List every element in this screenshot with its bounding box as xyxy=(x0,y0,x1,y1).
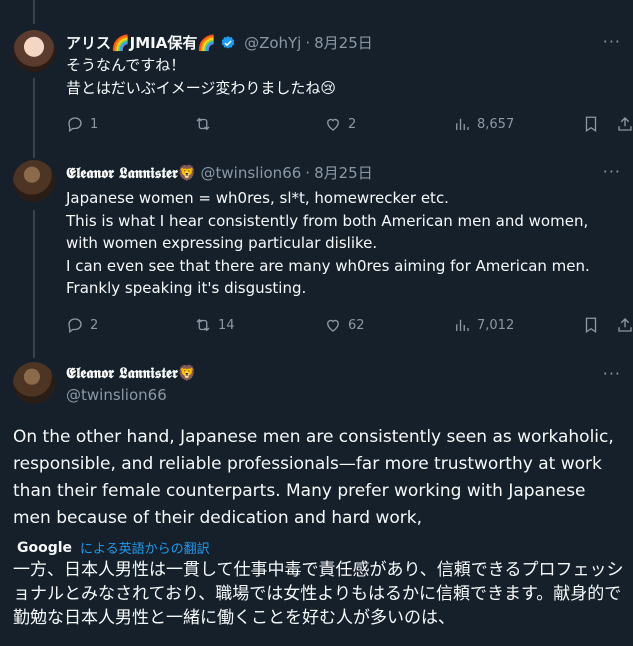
tweet-text: Japanese women = wh0res, sl*t, homewreck… xyxy=(66,189,590,297)
translation-attribution: Google による英語からの翻訳 xyxy=(17,538,210,558)
views-count: 8,657 xyxy=(477,116,515,132)
separator: · xyxy=(305,33,311,52)
action-bar: 2 14 62 7,012 xyxy=(60,316,633,336)
share-icon xyxy=(618,318,632,332)
tweet-header: 𝕰𝖑𝖊𝖆𝖓𝖔𝖗 𝕷𝖆𝖓𝖓𝖎𝖘𝖙𝖊𝖗🦁 @twinslion66 · 8月25日 xyxy=(66,162,373,183)
like-button[interactable]: 2 xyxy=(324,115,356,133)
timestamp[interactable]: 8月25日 xyxy=(314,162,373,183)
bookmark-icon xyxy=(585,116,597,133)
tweet-header: アリス🌈JMIA保有🌈 @ZohYj · 8月25日 xyxy=(66,32,373,53)
verified-badge-icon xyxy=(221,35,235,49)
share-button[interactable] xyxy=(616,115,633,133)
like-icon xyxy=(327,319,339,332)
like-count: 62 xyxy=(348,317,365,333)
tweet-text: そうなんですね！ 昔とはだいぶイメージ変わりましたね😢 xyxy=(66,56,337,97)
action-bar: 1 2 8,657 xyxy=(60,115,633,135)
avatar[interactable] xyxy=(13,30,55,72)
retweet-button[interactable]: 14 xyxy=(194,316,235,334)
thread-line xyxy=(33,0,35,24)
separator: · xyxy=(305,163,311,182)
share-button[interactable] xyxy=(616,316,633,334)
display-name[interactable]: アリス🌈JMIA保有🌈 xyxy=(66,32,216,53)
views-button[interactable]: 7,012 xyxy=(453,316,514,334)
more-icon[interactable]: ··· xyxy=(603,364,621,383)
reply-icon xyxy=(68,318,82,334)
like-icon xyxy=(327,118,339,131)
reply-count: 2 xyxy=(90,317,99,333)
avatar[interactable] xyxy=(13,160,55,202)
bookmark-button[interactable] xyxy=(582,115,600,133)
retweet-button[interactable] xyxy=(194,115,218,133)
display-name[interactable]: 𝕰𝖑𝖊𝖆𝖓𝖔𝖗 𝕷𝖆𝖓𝖓𝖎𝖘𝖙𝖊𝖗🦁 xyxy=(66,164,197,182)
handle[interactable]: @ZohYj xyxy=(244,34,301,52)
views-count: 7,012 xyxy=(477,317,515,333)
reply-button[interactable]: 1 xyxy=(66,115,98,133)
tweet-text: On the other hand, Japanese men are cons… xyxy=(13,427,614,528)
handle[interactable]: @twinslion66 xyxy=(66,386,167,404)
more-icon[interactable]: ··· xyxy=(603,162,621,181)
reply-button[interactable]: 2 xyxy=(66,316,98,334)
like-button[interactable]: 62 xyxy=(324,316,365,334)
google-logo: Google xyxy=(17,539,73,556)
reply-icon xyxy=(68,117,82,133)
avatar[interactable] xyxy=(13,362,55,404)
translation-link[interactable]: による英語からの翻訳 xyxy=(80,538,210,557)
retweet-icon xyxy=(196,318,210,332)
bookmark-icon xyxy=(585,317,597,334)
tweet-header: 𝕰𝖑𝖊𝖆𝖓𝖔𝖗 𝕷𝖆𝖓𝖓𝖎𝖘𝖙𝖊𝖗🦁 xyxy=(66,364,197,382)
display-name[interactable]: 𝕰𝖑𝖊𝖆𝖓𝖔𝖗 𝕷𝖆𝖓𝖓𝖎𝖘𝖙𝖊𝖗🦁 xyxy=(66,364,197,382)
retweet-icon xyxy=(196,117,210,131)
retweet-count: 14 xyxy=(218,317,235,333)
reply-count: 1 xyxy=(90,116,99,132)
translated-text: 一方、日本人男性は一貫して仕事中毒で責任感があり、信頼できるプロフェッショナルと… xyxy=(13,560,624,628)
like-count: 2 xyxy=(348,116,357,132)
thread-line xyxy=(33,210,35,358)
thread-line xyxy=(33,78,35,158)
handle[interactable]: @twinslion66 xyxy=(201,164,302,182)
bookmark-button[interactable] xyxy=(582,316,600,334)
views-icon xyxy=(456,118,469,130)
timestamp[interactable]: 8月25日 xyxy=(314,32,373,53)
views-button[interactable]: 8,657 xyxy=(453,115,514,133)
more-icon[interactable]: ··· xyxy=(603,32,621,51)
share-icon xyxy=(618,117,632,131)
views-icon xyxy=(456,319,469,331)
